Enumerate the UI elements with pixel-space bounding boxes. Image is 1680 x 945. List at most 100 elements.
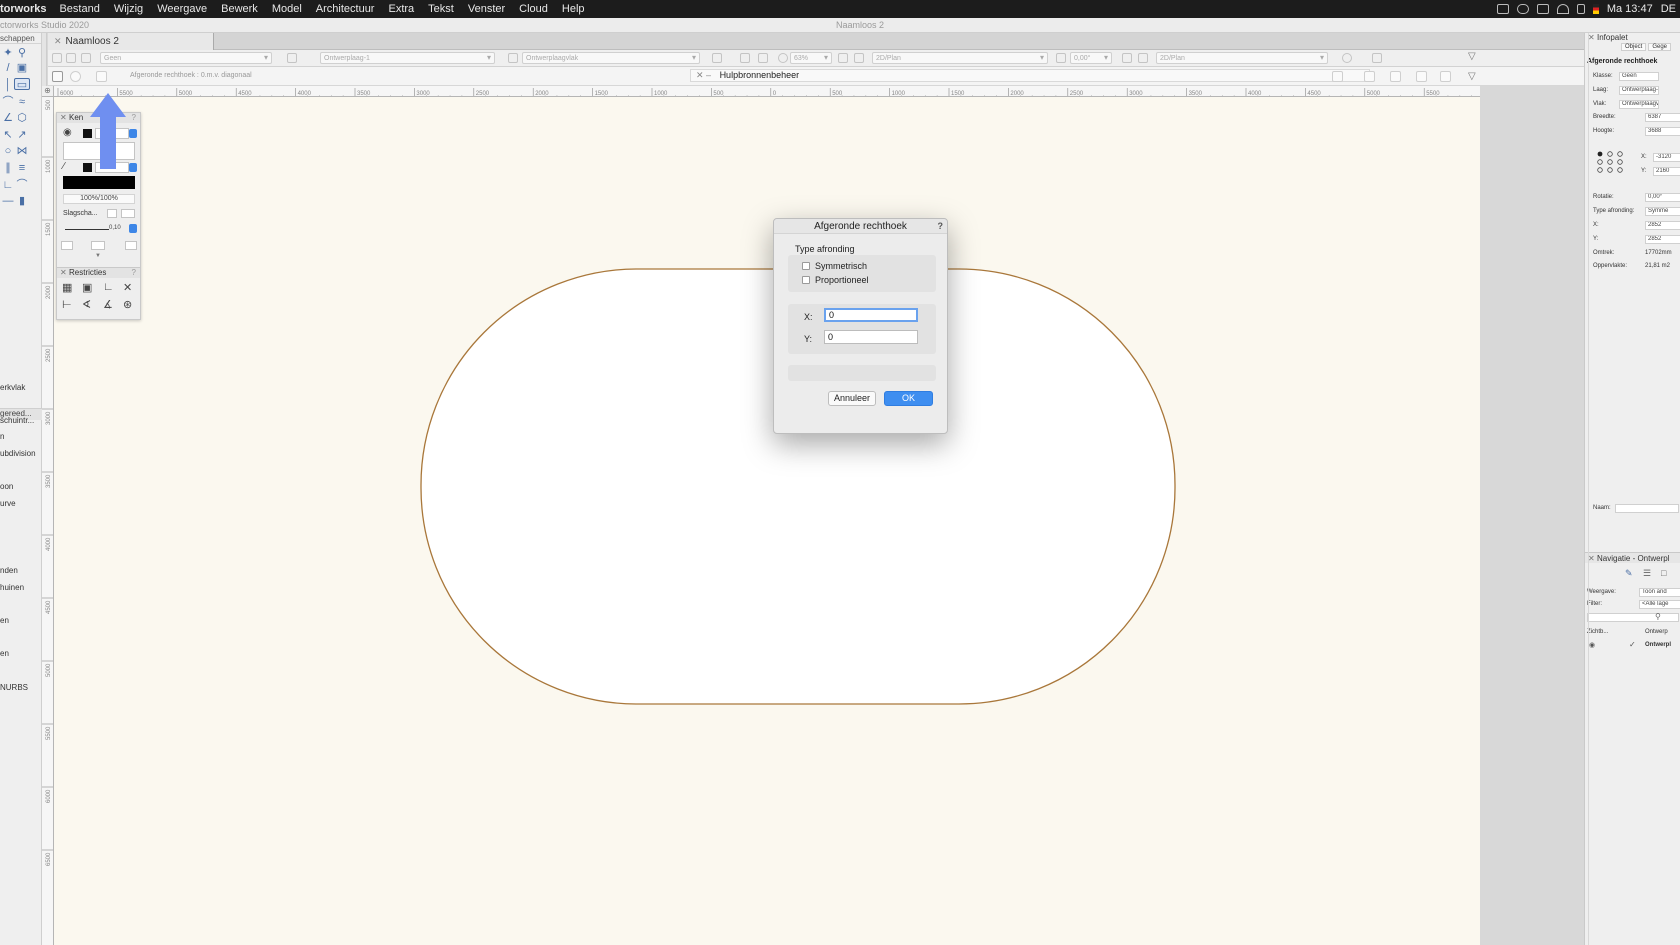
back-icon[interactable] xyxy=(52,53,62,63)
line-weight-stepper[interactable] xyxy=(129,224,137,233)
menu-weergave[interactable]: Weergave xyxy=(150,3,214,15)
hoogte-field[interactable]: 3688 xyxy=(1645,127,1680,136)
mode-corner-icon[interactable] xyxy=(52,71,63,82)
stamp-tool-icon[interactable]: ▣ xyxy=(14,62,30,74)
class-icon[interactable] xyxy=(81,53,91,63)
flag-icon[interactable] xyxy=(1592,4,1599,14)
saved-views-icon[interactable] xyxy=(1372,53,1382,63)
angle-field[interactable]: 0,00° xyxy=(1070,52,1112,64)
row-edit-icon[interactable]: ✓ xyxy=(1629,640,1636,649)
column-zichtbaarheid[interactable]: Zichtb... xyxy=(1587,629,1608,635)
arrowheads-end[interactable] xyxy=(125,241,137,250)
nav-stack-icon[interactable]: ☰ xyxy=(1643,568,1651,579)
nav-search-input[interactable] xyxy=(1587,613,1679,622)
document-tab[interactable]: ✕ Naamloos 2 xyxy=(48,33,214,50)
ruler-origin[interactable]: ⊕ xyxy=(42,86,54,97)
rotatie-field[interactable]: 0,00° xyxy=(1645,193,1680,202)
nav-layer-row[interactable]: Ontwerpl xyxy=(1645,642,1671,648)
proportioneel-checkbox[interactable] xyxy=(802,276,810,284)
projection-select[interactable]: 2D/Plan xyxy=(1156,52,1328,64)
right-panel-divider[interactable] xyxy=(1588,33,1589,945)
x-radius-field[interactable] xyxy=(824,308,918,322)
menu-bewerk[interactable]: Bewerk xyxy=(214,3,265,15)
view-icon[interactable] xyxy=(838,53,848,63)
tab-gegevens[interactable]: Gege xyxy=(1648,43,1672,51)
menu-extra[interactable]: Extra xyxy=(381,3,421,15)
menu-architectuur[interactable]: Architectuur xyxy=(309,3,382,15)
box-tool-icon[interactable]: ▮ xyxy=(14,195,30,207)
snap-icon-4[interactable] xyxy=(1416,71,1427,82)
view-select[interactable]: 2D/Plan xyxy=(872,52,1048,64)
type-afronding-field[interactable]: Symme xyxy=(1645,207,1680,216)
mode-settings-icon[interactable] xyxy=(96,71,107,82)
close-navigation-icon[interactable]: ✕ xyxy=(1588,553,1595,563)
menu-cloud[interactable]: Cloud xyxy=(512,3,555,15)
help-icon[interactable]: ? xyxy=(132,113,136,123)
close-palette-icon[interactable]: ✕ xyxy=(60,113,67,123)
tool-item-10[interactable]: en xyxy=(0,649,9,658)
volume-icon[interactable] xyxy=(1576,4,1585,14)
symmetrisch-option[interactable]: Symmetrisch xyxy=(802,261,867,271)
input-locale[interactable]: DE xyxy=(1661,3,1676,15)
tool-item-7[interactable]: nden xyxy=(0,566,18,575)
nav-page-icon[interactable]: □ xyxy=(1661,568,1666,578)
radius-y-field[interactable]: 2852 xyxy=(1645,235,1680,244)
nav-edit-icon[interactable]: ✎ xyxy=(1625,568,1633,579)
constraint-icon-3[interactable]: ∟ xyxy=(103,281,114,293)
constraint-icon-7[interactable]: ∡ xyxy=(103,298,113,311)
reference-point-grid[interactable] xyxy=(1597,151,1631,179)
cancel-button[interactable]: Annuleer xyxy=(828,391,876,406)
naam-field[interactable] xyxy=(1615,504,1679,513)
klasse-field[interactable]: Geen xyxy=(1619,72,1659,81)
chamfer-tool-icon[interactable]: ⌒ xyxy=(14,179,30,191)
settings-icon[interactable] xyxy=(1342,53,1352,63)
tool-item-5[interactable]: oon xyxy=(0,482,13,491)
plane-select[interactable]: Ontwerplaagvlak xyxy=(522,52,700,64)
resource-manager-bar[interactable]: ✕ – Hulpbronnenbeheer xyxy=(690,69,1370,82)
rotate-plan-icon[interactable] xyxy=(1056,53,1066,63)
y-pos-field[interactable]: 2160 xyxy=(1653,167,1680,176)
arrowheads-link[interactable] xyxy=(91,241,105,250)
menu-tekst[interactable]: Tekst xyxy=(421,3,461,15)
nav-weergave-select[interactable]: Toon and xyxy=(1639,588,1680,597)
tool-item-11[interactable]: NURBS xyxy=(0,683,28,692)
opacity-value[interactable]: 100%/100% xyxy=(63,194,135,204)
vlak-field[interactable]: Ontwerplaagvlak xyxy=(1619,100,1659,109)
freehand-tool-icon[interactable]: ≈ xyxy=(14,96,30,108)
tab-object[interactable]: Object xyxy=(1621,43,1647,51)
constraint-icon-2[interactable]: ▣ xyxy=(82,281,92,294)
column-ontwerp[interactable]: Ontwerp xyxy=(1645,629,1668,635)
fit-icon[interactable] xyxy=(712,53,722,63)
shadow-options[interactable] xyxy=(121,209,135,218)
snap-icon-5[interactable] xyxy=(1440,71,1451,82)
cloud-icon[interactable] xyxy=(1516,4,1529,14)
close-resource-manager-icon[interactable]: ✕ – xyxy=(696,70,711,80)
snap-icon-2[interactable] xyxy=(1364,71,1375,82)
class-select[interactable]: Geen xyxy=(100,52,272,64)
tool-item-3[interactable]: n xyxy=(0,432,4,441)
forward-icon[interactable] xyxy=(66,53,76,63)
transform-tool-icon[interactable]: ↗ xyxy=(14,129,30,141)
binoculars-icon[interactable] xyxy=(758,53,768,63)
menu-model[interactable]: Model xyxy=(265,3,309,15)
dialog-help-icon[interactable]: ? xyxy=(938,219,944,234)
visibility-eye-icon[interactable]: ◉ xyxy=(1589,641,1595,649)
radius-x-field[interactable]: 2852 xyxy=(1645,221,1680,230)
line-weight-value[interactable]: 0,10 xyxy=(109,225,121,231)
close-restricties-icon[interactable]: ✕ xyxy=(60,268,67,278)
tool-item-4[interactable]: ubdivision xyxy=(0,449,36,458)
nav-filter-select[interactable]: <Alle lage xyxy=(1639,600,1680,609)
clock[interactable]: Ma 13:47 xyxy=(1607,3,1653,15)
pen-style-icon[interactable]: ∕ xyxy=(63,161,65,172)
snap-icon-3[interactable] xyxy=(1390,71,1401,82)
fill-stepper[interactable] xyxy=(129,129,137,138)
constraint-icon-4[interactable]: ✕ xyxy=(123,281,132,294)
modebar-expand-icon[interactable]: ▽ xyxy=(1468,71,1476,82)
tool-item-8[interactable]: huinen xyxy=(0,583,24,592)
breedte-field[interactable]: 6387 xyxy=(1645,113,1680,122)
page-icon[interactable] xyxy=(740,53,750,63)
pen-stepper[interactable] xyxy=(129,163,137,172)
arrowheads-start[interactable] xyxy=(61,241,73,250)
constraint-icon-6[interactable]: ∢ xyxy=(82,298,91,311)
proportioneel-option[interactable]: Proportioneel xyxy=(802,275,869,285)
